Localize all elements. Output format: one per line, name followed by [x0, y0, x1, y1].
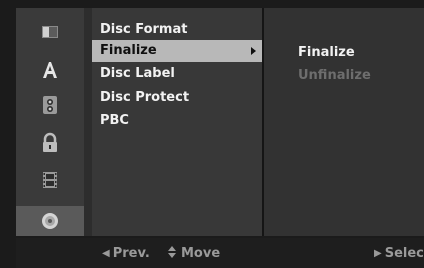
hint-move-label: Move: [181, 246, 221, 261]
menu-item-disc-protect[interactable]: Disc Protect: [92, 87, 262, 109]
language-icon[interactable]: [16, 55, 84, 85]
down-arrow-icon: [168, 253, 176, 258]
hint-move: Move: [168, 246, 220, 262]
audio-icon[interactable]: [16, 90, 84, 120]
menu-item-label: PBC: [100, 113, 129, 128]
menu-item-label: Disc Label: [100, 66, 175, 81]
display-icon[interactable]: [16, 18, 84, 48]
film-icon[interactable]: [16, 165, 84, 195]
up-arrow-icon: [168, 246, 176, 251]
hint-select: ▶ Selec: [374, 246, 424, 262]
up-down-arrows-icon: [168, 246, 177, 258]
category-sidebar: [16, 8, 84, 236]
chevron-right-icon: [251, 47, 256, 55]
menu-item-label: Disc Format: [100, 22, 188, 37]
submenu-item-unfinalize: Unfinalize: [298, 68, 371, 83]
hint-prev: ◀ Prev.: [102, 246, 150, 262]
hint-prev-label: Prev.: [112, 246, 150, 261]
menu-item-label: Finalize: [100, 43, 157, 58]
menu-item-disc-format[interactable]: Disc Format: [92, 19, 262, 41]
menu-item-finalize[interactable]: Finalize: [92, 40, 262, 62]
triangle-right-icon: ▶: [374, 248, 382, 259]
menu-item-disc-label[interactable]: Disc Label: [92, 63, 262, 85]
setup-menu-screen: Disc Format Finalize Disc Label Disc Pro…: [0, 0, 424, 268]
submenu-item-finalize[interactable]: Finalize: [298, 43, 355, 63]
lock-icon[interactable]: [16, 128, 84, 158]
menu-item-pbc[interactable]: PBC: [92, 110, 262, 132]
disc-icon[interactable]: [16, 206, 84, 236]
triangle-left-icon: ◀: [102, 248, 110, 259]
menu-item-label: Disc Protect: [100, 90, 190, 105]
hint-select-label: Selec: [384, 246, 424, 261]
